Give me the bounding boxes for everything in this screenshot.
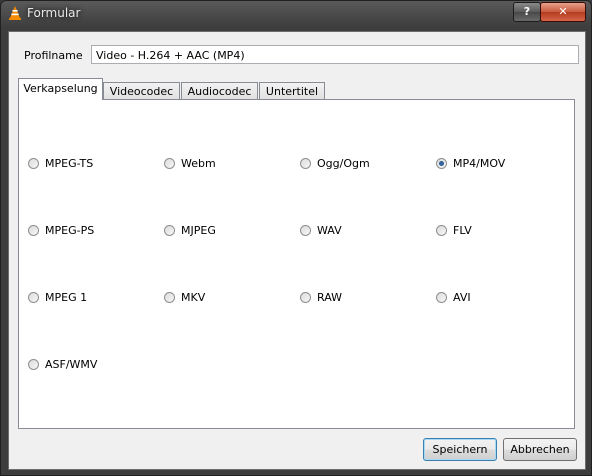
radio-icon[interactable] [28, 359, 39, 370]
option-label: MKV [181, 291, 206, 304]
radio-icon[interactable] [300, 225, 311, 236]
radio-icon[interactable] [164, 158, 175, 169]
vlc-cone-icon [9, 6, 21, 20]
cancel-button[interactable]: Abbrechen [503, 438, 577, 461]
option-label: RAW [317, 291, 342, 304]
save-button[interactable]: Speichern [423, 438, 497, 461]
radio-icon[interactable] [164, 225, 175, 236]
option-label: MPEG-PS [45, 224, 95, 237]
option-label: MPEG 1 [45, 291, 88, 304]
tab-videocodec[interactable]: Videocodec [103, 82, 180, 99]
option-label: ASF/WMV [45, 358, 98, 371]
title-bar: Formular ? ✕ [1, 1, 591, 27]
profile-name-input[interactable]: Video - H.264 + AAC (MP4) [91, 45, 579, 64]
close-button[interactable]: ✕ [540, 2, 586, 22]
window-title: Formular [27, 6, 81, 20]
tab-verkapselung[interactable]: Verkapselung [18, 78, 103, 100]
radio-icon[interactable] [300, 292, 311, 303]
help-button[interactable]: ? [513, 2, 541, 22]
radio-checked-icon[interactable] [436, 158, 447, 169]
option-label: MJPEG [181, 224, 216, 237]
radio-icon[interactable] [28, 292, 39, 303]
encapsulation-panel: MPEG-TS Webm Ogg/Ogm MP4/MOV MPEG-PS MJP… [18, 99, 575, 429]
radio-icon[interactable] [28, 225, 39, 236]
option-label: Ogg/Ogm [317, 157, 370, 170]
dialog-content: Profilname Video - H.264 + AAC (MP4) Ver… [8, 31, 586, 470]
tab-audiocodec[interactable]: Audiocodec [181, 82, 258, 99]
option-label: MP4/MOV [453, 157, 506, 170]
profile-name-label: Profilname [24, 49, 83, 62]
radio-icon[interactable] [436, 225, 447, 236]
option-label: WAV [317, 224, 342, 237]
dialog-window: Formular ? ✕ Profilname Video - H.264 + … [0, 0, 592, 476]
radio-icon[interactable] [28, 158, 39, 169]
option-label: MPEG-TS [45, 157, 94, 170]
tab-untertitel[interactable]: Untertitel [259, 82, 325, 99]
option-label: AVI [453, 291, 471, 304]
radio-icon[interactable] [436, 292, 447, 303]
option-label: Webm [181, 157, 216, 170]
radio-icon[interactable] [164, 292, 175, 303]
option-label: FLV [453, 224, 472, 237]
radio-icon[interactable] [300, 158, 311, 169]
